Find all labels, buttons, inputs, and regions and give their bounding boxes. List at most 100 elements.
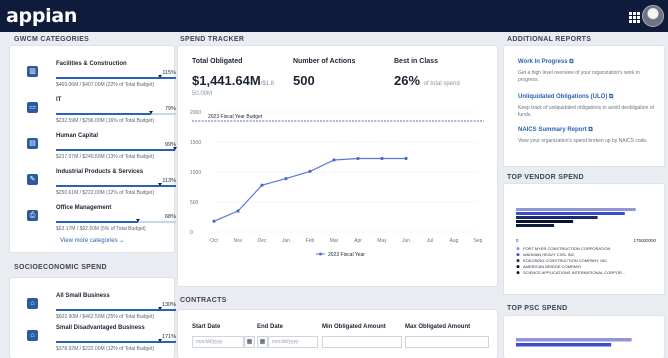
spend-tracker-card: Total Obligated $1,441.64M/$1.8 50.00M N… bbox=[178, 46, 497, 286]
vendor-legend-dot bbox=[516, 259, 520, 263]
psc-bar bbox=[516, 343, 612, 347]
external-link-icon: ⧉ bbox=[588, 127, 593, 133]
y-tick-label: 500 bbox=[190, 200, 199, 206]
data-point bbox=[308, 169, 312, 173]
category-budget-detail: $232.59M / $296.00M (16% of Total Budget… bbox=[56, 118, 155, 124]
start-date-input[interactable]: mm/dd/yyyy bbox=[192, 336, 244, 348]
x-tick-label: Jan bbox=[282, 238, 290, 244]
vendor-bar bbox=[516, 220, 574, 223]
x-tick-label: Dec bbox=[258, 238, 267, 244]
x-tick-label: Oct bbox=[210, 238, 218, 244]
appian-logo[interactable]: appian bbox=[6, 5, 77, 27]
max-obligated-input[interactable] bbox=[405, 336, 489, 348]
category-progress-bar bbox=[56, 183, 176, 187]
end-calendar-icon[interactable]: ▦ bbox=[257, 336, 268, 348]
category-percent: 68% bbox=[164, 214, 176, 220]
report-link-work-in-progress[interactable]: Work In Progress ⧉ bbox=[518, 59, 574, 66]
view-more-categories-link[interactable]: View more categories ⌄ bbox=[60, 237, 124, 244]
category-budget-detail: $63.17M / $92.50M (5% of Total Budget) bbox=[56, 226, 146, 232]
category-budget-detail: $602.90M / $462.50M (25% of Total Budget… bbox=[56, 314, 155, 320]
category-name: Facilities & Construction bbox=[56, 61, 127, 67]
category-name: Office Management bbox=[56, 205, 112, 211]
vendor-legend-label: AMERICAN BRIDGE COMPANY bbox=[523, 264, 582, 269]
x-tick-label: Sep bbox=[474, 238, 483, 244]
category-percent: 171% bbox=[161, 334, 176, 340]
x-tick-label: Mar bbox=[330, 238, 339, 244]
max-obligated-label: Max Obligated Amount bbox=[405, 324, 471, 330]
end-date-input[interactable]: mm/dd/yyyy bbox=[268, 336, 318, 348]
category-progress-bar bbox=[56, 147, 177, 151]
min-obligated-label: Min Obligated Amount bbox=[322, 324, 386, 330]
socio-section-title: SOCIOECONOMIC SPEND bbox=[14, 264, 107, 271]
external-link-icon: ⧉ bbox=[569, 59, 574, 65]
y-tick-label: 1500 bbox=[190, 140, 201, 146]
x-tick-label: Aug bbox=[450, 238, 459, 244]
external-link-icon: ⧉ bbox=[609, 94, 614, 100]
socio-card: ⌂ All Small Business 130% $602.90M / $462.5… bbox=[10, 278, 176, 358]
report-link-ulo[interactable]: Unliquidated Obligations (ULO) ⧉ bbox=[518, 94, 613, 101]
top-bar: appian bbox=[0, 0, 668, 32]
x-tick-label: Jun bbox=[402, 238, 410, 244]
actions-value: 500 bbox=[293, 73, 315, 88]
category-percent: 113% bbox=[162, 178, 176, 184]
total-obligated-label: Total Obligated bbox=[192, 58, 243, 65]
total-obligated-continued: 50.00M bbox=[192, 91, 213, 97]
data-point bbox=[212, 219, 216, 223]
start-calendar-icon[interactable]: ▦ bbox=[244, 336, 255, 348]
data-point bbox=[260, 183, 264, 187]
report-desc-naics: View your organization's spend broken up… bbox=[518, 138, 648, 144]
data-point bbox=[380, 156, 384, 161]
vendor-legend-label: KOKOSING CONSTRUCTION COMPANY, INC. bbox=[523, 258, 608, 263]
vendor-legend-dot bbox=[516, 265, 520, 269]
psc-bar bbox=[516, 338, 632, 342]
best-in-class-value: 26% of total spend bbox=[394, 73, 460, 88]
data-point bbox=[332, 158, 336, 162]
handshake-icon: ⌂ bbox=[27, 298, 38, 309]
vendor-bar bbox=[516, 212, 625, 215]
psc-card bbox=[504, 316, 664, 358]
min-obligated-input[interactable] bbox=[322, 336, 402, 348]
best-in-class-label: Best in Class bbox=[394, 58, 438, 65]
report-link-naics[interactable]: NAICS Summary Report ⧉ bbox=[518, 127, 593, 134]
series-line bbox=[213, 157, 406, 222]
end-date-label: End Date bbox=[257, 324, 284, 330]
vendor-legend-label: SCIENCE APPLICATIONS INTERNATIONAL CORPO… bbox=[523, 270, 625, 275]
vendor-bar bbox=[516, 224, 555, 227]
budget-line-label: 2023 Fiscal Year Budget bbox=[208, 114, 263, 120]
report-desc-work-in-progress: Get a high level overview of your organi… bbox=[518, 70, 640, 83]
vendor-axis-max: 175000000 bbox=[633, 238, 656, 243]
app-grid-icon[interactable] bbox=[629, 12, 640, 23]
x-tick-label: Feb bbox=[306, 238, 315, 244]
vendor-legend-label: WAGMAN HEAVY CIVIL INC bbox=[523, 252, 575, 257]
y-tick-label: 1000 bbox=[190, 170, 201, 176]
x-tick-label: Jul bbox=[427, 238, 433, 244]
id-card-icon: ▤ bbox=[27, 138, 38, 149]
y-tick-label: 0 bbox=[190, 230, 193, 236]
additional-reports-title: ADDITIONAL REPORTS bbox=[507, 36, 592, 43]
printer-icon: ⎙ bbox=[27, 210, 38, 221]
category-name: IT bbox=[56, 97, 62, 103]
top-psc-spend-title: TOP PSC SPEND bbox=[507, 305, 568, 312]
data-point bbox=[284, 177, 288, 181]
y-tick-label: 2000 bbox=[190, 110, 201, 116]
x-tick-label: Nov bbox=[234, 238, 243, 244]
total-obligated-value: $1,441.64M/$1.8 bbox=[192, 73, 275, 88]
handshake-icon: ⌂ bbox=[27, 330, 38, 341]
category-progress-bar bbox=[56, 111, 176, 115]
report-desc-ulo: Keep track of unliquidated obligations t… bbox=[518, 105, 654, 118]
category-budget-detail: $469.06M / $407.00M (22% of Total Budget… bbox=[56, 82, 155, 88]
gwcm-section-title: GWCM CATEGORIES bbox=[14, 36, 90, 43]
gwcm-card: ▥ Facilities & Construction 115% $469.06M /… bbox=[10, 46, 177, 252]
contracts-card: Start Date mm/dd/yyyy ▦ End Date ▦ mm/dd… bbox=[178, 310, 497, 358]
data-point bbox=[404, 156, 408, 161]
actions-label: Number of Actions bbox=[293, 58, 356, 65]
vendor-bar-chart: 0 175000000 FORT MYER CONSTRUCTION CORPORA… bbox=[516, 208, 656, 275]
x-tick-label: May bbox=[377, 238, 387, 244]
category-name: Human Capital bbox=[56, 133, 99, 139]
wrench-icon: ✎ bbox=[27, 174, 38, 185]
category-percent: 130% bbox=[161, 302, 176, 308]
category-percent: 79% bbox=[164, 106, 176, 112]
vendor-legend-dot bbox=[516, 247, 520, 251]
x-tick-label: Apr bbox=[354, 238, 362, 244]
user-avatar[interactable] bbox=[642, 5, 664, 27]
